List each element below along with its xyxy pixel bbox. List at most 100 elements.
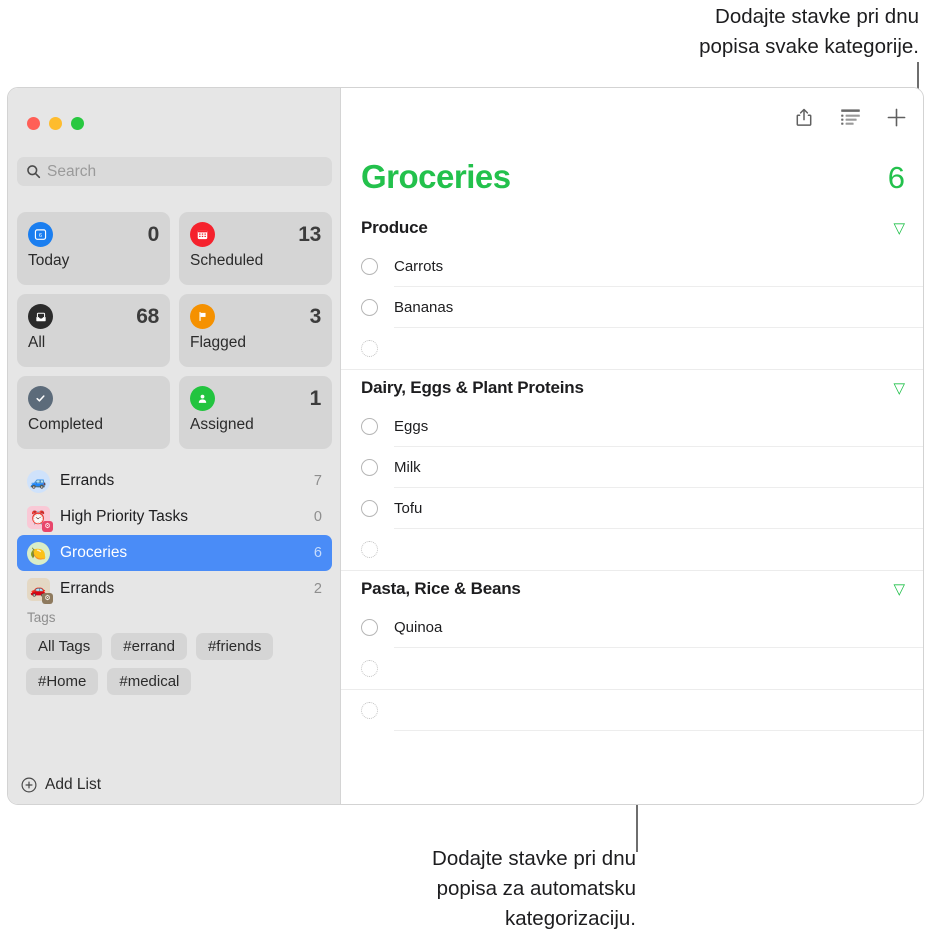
- group-header[interactable]: Produce ▽: [341, 210, 923, 246]
- screenshot-root: Dodajte stavke pri dnu popisa svake kate…: [0, 0, 931, 942]
- reminder-checkbox[interactable]: [361, 299, 378, 316]
- list-item-high-priority-tasks[interactable]: ⏰ ⚙ High Priority Tasks 0: [17, 499, 332, 535]
- smart-list-flagged[interactable]: 3 Flagged: [179, 294, 332, 367]
- svg-text:6: 6: [39, 233, 42, 239]
- reminder-checkbox[interactable]: [361, 258, 378, 275]
- reminder-checkbox[interactable]: [361, 418, 378, 435]
- tag-all-tags[interactable]: All Tags: [26, 633, 103, 660]
- group-title: Produce: [361, 218, 428, 237]
- share-icon[interactable]: [793, 106, 815, 128]
- list-item-label: High Priority Tasks: [60, 508, 189, 525]
- search-input[interactable]: Search: [17, 157, 332, 186]
- chevron-down-icon[interactable]: ▽: [893, 582, 905, 597]
- list-item-label: Groceries: [60, 544, 128, 561]
- list-item-groceries[interactable]: 🍋 Groceries 6: [17, 535, 332, 571]
- list-total-count: 6: [887, 160, 905, 195]
- smart-list-label: Completed: [28, 416, 103, 433]
- tag-home[interactable]: #Home: [26, 668, 99, 695]
- new-reminder-row[interactable]: [341, 328, 923, 369]
- lemon-icon: 🍋: [27, 541, 50, 565]
- reminder-checkbox[interactable]: [361, 619, 378, 636]
- list-item-count: 7: [313, 473, 322, 489]
- smart-list-assigned[interactable]: 1 Assigned: [179, 376, 332, 449]
- alarm-clock-icon: ⏰ ⚙: [27, 505, 53, 532]
- smart-list-label: All: [28, 334, 46, 351]
- new-reminder-row[interactable]: [341, 690, 923, 731]
- reminder-row[interactable]: Tofu: [341, 488, 923, 529]
- reminder-row[interactable]: Carrots: [341, 246, 923, 287]
- sidebar: Search 6 0 Today 13 Scheduled 68 All 3 F…: [8, 88, 341, 804]
- smart-list-scheduled[interactable]: 13 Scheduled: [179, 212, 332, 285]
- inbox-icon: [28, 304, 53, 329]
- list-item-label: Errands: [60, 580, 115, 597]
- flag-icon: [190, 304, 215, 329]
- reminders-window: Search 6 0 Today 13 Scheduled 68 All 3 F…: [7, 87, 924, 805]
- person-icon: [190, 386, 215, 411]
- chevron-down-icon[interactable]: ▽: [893, 221, 905, 236]
- smart-list-badge-icon: ⚙: [42, 520, 53, 532]
- car-red-icon: 🚗 ⚙: [27, 577, 53, 604]
- group-dairy-eggs-plant-proteins: Dairy, Eggs & Plant Proteins ▽ Eggs Milk…: [341, 370, 923, 571]
- reminder-groups: Produce ▽ Carrots Bananas Dairy, Eggs & …: [341, 210, 923, 731]
- smart-list-completed[interactable]: Completed: [17, 376, 170, 449]
- group-uncategorized: [341, 690, 923, 731]
- smart-list-label: Today: [28, 252, 70, 269]
- group-list-icon[interactable]: [839, 106, 861, 128]
- zoom-button[interactable]: [71, 117, 84, 130]
- smart-list-all[interactable]: 68 All: [17, 294, 170, 367]
- reminder-title: Eggs: [394, 417, 429, 435]
- group-title: Dairy, Eggs & Plant Proteins: [361, 378, 584, 397]
- add-list-button[interactable]: Add List: [21, 776, 101, 794]
- list-item-count: 0: [313, 509, 322, 525]
- group-pasta-rice-beans: Pasta, Rice & Beans ▽ Quinoa: [341, 571, 923, 690]
- list-item-errands-2[interactable]: 🚗 ⚙ Errands 2: [17, 571, 332, 607]
- callout-bottom-text: Dodajte stavke pri dnu popisa za automat…: [432, 847, 636, 930]
- group-title: Pasta, Rice & Beans: [361, 579, 521, 598]
- new-reminder-checkbox[interactable]: [361, 660, 378, 677]
- calendar-icon: [190, 222, 215, 247]
- smart-list-label: Flagged: [190, 334, 247, 351]
- toolbar: [793, 106, 907, 128]
- reminder-title: Milk: [394, 458, 421, 476]
- new-reminder-checkbox[interactable]: [361, 541, 378, 558]
- tag-errand[interactable]: #errand: [111, 633, 187, 660]
- reminder-row[interactable]: Bananas: [341, 287, 923, 328]
- group-header[interactable]: Pasta, Rice & Beans ▽: [341, 571, 923, 607]
- tags-section-header: Tags: [27, 610, 56, 625]
- smart-list-label: Scheduled: [190, 252, 264, 269]
- tag-friends[interactable]: #friends: [195, 633, 274, 660]
- plus-circle-icon: [21, 777, 37, 793]
- plus-icon[interactable]: [885, 106, 907, 128]
- reminder-checkbox[interactable]: [361, 500, 378, 517]
- check-circle-icon: [28, 386, 53, 411]
- add-list-label: Add List: [45, 776, 102, 793]
- smart-list-count: 0: [147, 222, 160, 246]
- group-header[interactable]: Dairy, Eggs & Plant Proteins ▽: [341, 370, 923, 406]
- new-reminder-checkbox[interactable]: [361, 702, 378, 719]
- reminder-row[interactable]: Eggs: [341, 406, 923, 447]
- minimize-button[interactable]: [49, 117, 62, 130]
- new-reminder-row[interactable]: [341, 529, 923, 570]
- group-produce: Produce ▽ Carrots Bananas: [341, 210, 923, 370]
- smart-list-count: 1: [309, 386, 322, 410]
- new-reminder-checkbox[interactable]: [361, 340, 378, 357]
- reminder-row[interactable]: Milk: [341, 447, 923, 488]
- calendar-day-icon: 6: [28, 222, 53, 247]
- smart-list-badge-icon: ⚙: [42, 592, 53, 604]
- user-lists: 🚙 Errands 7 ⏰ ⚙ High Priority Tasks 0 🍋 …: [17, 463, 332, 607]
- tag-medical[interactable]: #medical: [107, 668, 192, 695]
- close-button[interactable]: [27, 117, 40, 130]
- list-header: Groceries 6: [361, 158, 905, 196]
- list-item-count: 2: [313, 581, 322, 597]
- reminder-row[interactable]: Quinoa: [341, 607, 923, 648]
- reminder-title: Bananas: [394, 298, 454, 316]
- list-item-errands-1[interactable]: 🚙 Errands 7: [17, 463, 332, 499]
- reminder-checkbox[interactable]: [361, 459, 378, 476]
- reminder-title: Tofu: [394, 499, 423, 517]
- chevron-down-icon[interactable]: ▽: [893, 381, 905, 396]
- smart-list-today[interactable]: 6 0 Today: [17, 212, 170, 285]
- new-reminder-row[interactable]: [341, 648, 923, 689]
- window-traffic-lights: [27, 117, 84, 130]
- page-title: Groceries: [361, 158, 511, 195]
- reminder-title: Quinoa: [394, 618, 443, 636]
